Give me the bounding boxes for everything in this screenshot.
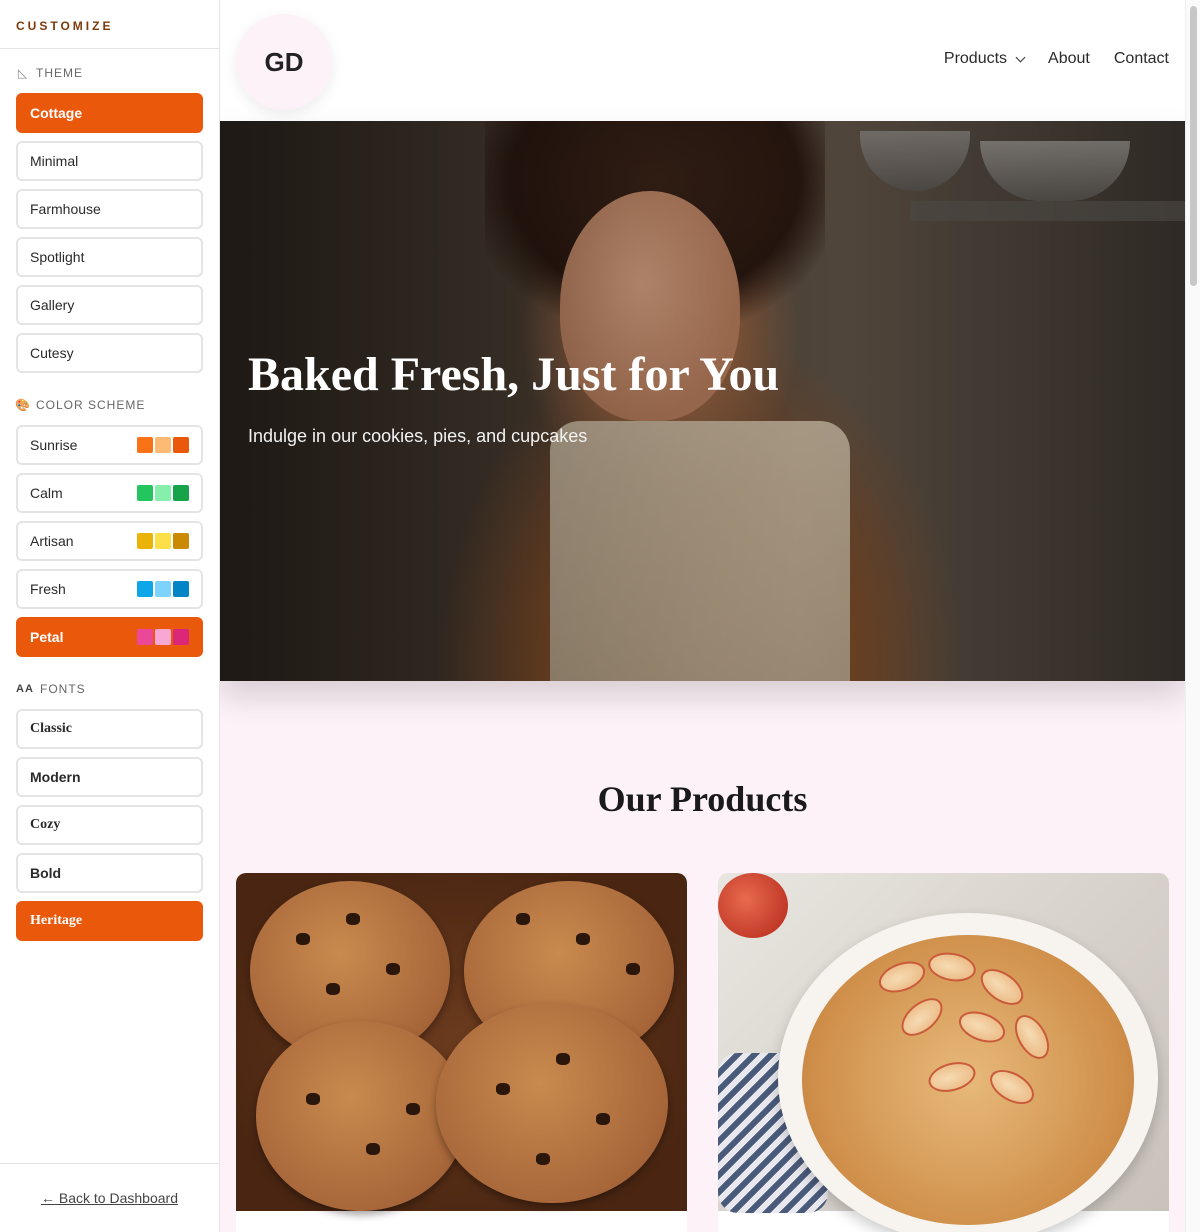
font-option-modern[interactable]: Modern <box>16 757 203 797</box>
color-option-fresh[interactable]: Fresh <box>16 569 203 609</box>
color-option-sunrise[interactable]: Sunrise <box>16 425 203 465</box>
swatch <box>137 437 153 453</box>
cookie <box>256 1021 466 1211</box>
color-option-petal[interactable]: Petal <box>16 617 203 657</box>
swatch <box>137 485 153 501</box>
swatch <box>155 485 171 501</box>
hero-banner: Baked Fresh, Just for You Indulge in our… <box>220 121 1185 681</box>
chip <box>386 963 400 975</box>
swatch <box>173 629 189 645</box>
color-option-artisan[interactable]: Artisan <box>16 521 203 561</box>
hero-title: Baked Fresh, Just for You <box>248 348 780 401</box>
chip <box>406 1103 420 1115</box>
nav-products[interactable]: Products <box>944 50 1026 68</box>
swatch <box>137 533 153 549</box>
back-to-dashboard-link[interactable]: ← Back to Dashboard <box>41 1190 178 1206</box>
swatch <box>155 437 171 453</box>
font-option-cozy[interactable]: Cozy <box>16 805 203 845</box>
chip <box>366 1143 380 1155</box>
site-header: GD Products About Contact <box>220 0 1185 121</box>
site-nav: Products About Contact <box>944 50 1169 68</box>
products-heading: Our Products <box>597 779 808 819</box>
theme-option-gallery[interactable]: Gallery <box>16 285 203 325</box>
chip <box>296 933 310 945</box>
color-swatches <box>137 629 189 645</box>
swatch <box>173 533 189 549</box>
cookie <box>436 1003 668 1203</box>
product-card-cookies[interactable] <box>236 873 687 1232</box>
swatch <box>173 581 189 597</box>
scrollbar-thumb[interactable] <box>1190 6 1197 286</box>
swatch <box>155 629 171 645</box>
swatch <box>173 437 189 453</box>
theme-option-cutesy[interactable]: Cutesy <box>16 333 203 373</box>
color-swatches <box>137 533 189 549</box>
color-swatches <box>137 485 189 501</box>
sidebar-title: CUSTOMIZE <box>16 19 114 33</box>
color-option-calm[interactable]: Calm <box>16 473 203 513</box>
font-option-classic[interactable]: Classic <box>16 709 203 749</box>
chip <box>346 913 360 925</box>
font-option-heritage[interactable]: Heritage <box>16 901 203 941</box>
swatch <box>137 581 153 597</box>
font-option-bold[interactable]: Bold <box>16 853 203 893</box>
color-swatches <box>137 437 189 453</box>
chip <box>516 913 530 925</box>
color-swatches <box>137 581 189 597</box>
theme-section-label: ◺ THEME <box>17 66 83 80</box>
site-preview: GD Products About Contact Baked Fresh, J… <box>220 0 1185 1232</box>
sidebar-header: CUSTOMIZE <box>0 0 219 49</box>
chip <box>536 1153 550 1165</box>
chip <box>556 1053 570 1065</box>
swatch <box>173 485 189 501</box>
sidebar-footer: ← Back to Dashboard <box>0 1163 219 1232</box>
chip <box>326 983 340 995</box>
chip <box>596 1113 610 1125</box>
chip <box>576 933 590 945</box>
scrollbar[interactable] <box>1185 0 1200 1232</box>
pie-image <box>718 873 1169 1232</box>
chip <box>626 963 640 975</box>
palette-icon: 🎨 <box>15 398 31 412</box>
swatch <box>155 533 171 549</box>
cookies-image <box>236 873 687 1211</box>
swatch <box>155 581 171 597</box>
chip <box>496 1083 510 1095</box>
chip <box>306 1093 320 1105</box>
fonts-section-label: AA FONTS <box>16 682 86 696</box>
nav-about[interactable]: About <box>1048 50 1090 68</box>
font-size-icon: AA <box>16 683 34 695</box>
theme-option-minimal[interactable]: Minimal <box>16 141 203 181</box>
nav-contact[interactable]: Contact <box>1114 50 1169 68</box>
swatch <box>137 629 153 645</box>
theme-option-cottage[interactable]: Cottage <box>16 93 203 133</box>
product-card-pie[interactable] <box>718 873 1169 1232</box>
ruler-icon: ◺ <box>17 66 29 80</box>
apple <box>718 873 788 938</box>
chevron-down-icon <box>1015 52 1026 62</box>
site-logo[interactable]: GD <box>236 14 332 110</box>
theme-option-farmhouse[interactable]: Farmhouse <box>16 189 203 229</box>
color-section-label: 🎨 COLOR SCHEME <box>15 398 146 412</box>
theme-option-spotlight[interactable]: Spotlight <box>16 237 203 277</box>
hero-subtitle: Indulge in our cookies, pies, and cupcak… <box>248 426 588 446</box>
customize-sidebar: CUSTOMIZE ◺ THEME Cottage Minimal Farmho… <box>0 0 220 1232</box>
